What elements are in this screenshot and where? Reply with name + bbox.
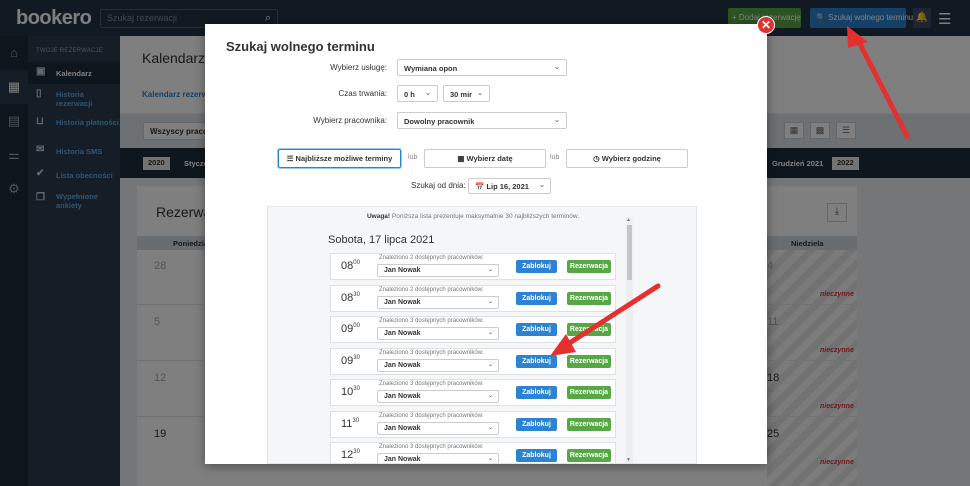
or-label: lub: [408, 154, 418, 161]
chevron-down-icon: ⌄: [487, 393, 493, 399]
block-button[interactable]: Zablokuj: [516, 354, 557, 368]
chevron-down-icon: ⌄: [487, 330, 493, 336]
reserve-button[interactable]: Rezerwacja: [567, 260, 611, 273]
app: bookero Szukaj rezerwacji ⌕ + Dodaj reze…: [0, 0, 970, 486]
results-note: Uwaga! Poniższa lista prezentuje maksyma…: [268, 213, 678, 220]
close-icon[interactable]: ✕: [757, 16, 775, 34]
employee-select[interactable]: Jan Nowak ⌄: [377, 358, 499, 372]
found-workers-text: Znaleziono 3 dostępnych pracowników:: [379, 381, 484, 387]
slot-row: 1230 Znaleziono 3 dostępnych pracowników:…: [330, 442, 616, 463]
employee-select[interactable]: Jan Nowak ⌄: [377, 421, 499, 435]
reserve-button[interactable]: Rezerwacja: [567, 354, 611, 368]
slot-time: 0800: [341, 260, 360, 272]
find-slot-modal: Szukaj wolnego terminu Wybierz usługę: W…: [205, 16, 775, 464]
service-select[interactable]: Wymiana opon ⌄: [397, 59, 567, 76]
found-workers-text: Znaleziono 3 dostępnych pracowników:: [379, 444, 484, 450]
employee-value: Jan Nowak: [384, 393, 421, 400]
from-day-input[interactable]: 📅 Lip 16, 2021 ⌄: [468, 178, 551, 194]
employee-select[interactable]: Jan Nowak ⌄: [377, 327, 499, 340]
results-panel: Uwaga! Poniższa lista prezentuje maksyma…: [267, 206, 697, 464]
block-button[interactable]: Zablokuj: [516, 323, 557, 336]
from-day-value: 📅 Lip 16, 2021: [475, 182, 529, 191]
reserve-button[interactable]: Rezerwacja: [567, 417, 611, 431]
modal-title: Szukaj wolnego terminu: [226, 39, 375, 54]
or-label: lub: [550, 154, 560, 161]
employee-select[interactable]: Jan Nowak ⌄: [377, 295, 499, 309]
note-bold: Uwaga!: [366, 213, 391, 220]
employee-value: Jan Nowak: [384, 361, 421, 369]
employee-value: Jan Nowak: [384, 267, 421, 274]
block-button[interactable]: Zablokuj: [516, 386, 557, 399]
option-pick-hour[interactable]: ◷ Wybierz godzinę: [566, 149, 688, 168]
chevron-down-icon: ⌄: [487, 361, 493, 368]
chevron-down-icon: ⌄: [554, 117, 560, 124]
found-workers-text: Znaleziono 2 dostępnych pracowników:: [379, 255, 484, 261]
chevron-down-icon: ⌄: [554, 64, 560, 71]
scroll-down-icon[interactable]: ▼: [626, 457, 631, 463]
slot-time: 1230: [341, 449, 360, 461]
worker-label: Wybierz pracownika:: [313, 116, 387, 125]
duration-minutes-select[interactable]: 30 mir ⌄: [443, 85, 490, 102]
block-button[interactable]: Zablokuj: [516, 291, 557, 305]
option-pick-date[interactable]: ▦ Wybierz datę: [424, 149, 546, 168]
service-label: Wybierz usługę:: [330, 63, 387, 72]
slot-time: 0900: [341, 323, 360, 335]
slot-row: 0800 Znaleziono 2 dostępnych pracowników:…: [330, 253, 616, 280]
slot-time: 1030: [341, 386, 360, 398]
duration-label: Czas trwania:: [338, 89, 387, 98]
worker-select[interactable]: Dowolny pracownik ⌄: [397, 112, 567, 129]
employee-select[interactable]: Jan Nowak ⌄: [377, 453, 499, 463]
chevron-down-icon: ⌄: [425, 90, 431, 97]
chevron-down-icon: ⌄: [487, 456, 493, 462]
slot-row: 0830 Znaleziono 2 dostępnych pracowników:…: [330, 284, 616, 312]
employee-select[interactable]: Jan Nowak ⌄: [377, 264, 499, 277]
found-workers-text: Znaleziono 3 dostępnych pracowników:: [379, 349, 484, 356]
slot-time: 0930: [341, 354, 360, 367]
option-nearest-slots[interactable]: ☰ Najbliższe możliwe terminy: [278, 149, 401, 168]
scrollbar[interactable]: ▲ ▼: [626, 217, 633, 463]
service-value: Wymiana opon: [404, 64, 458, 73]
chevron-down-icon: ⌄: [487, 424, 493, 431]
slot-row: 0930 Znaleziono 3 dostępnych pracowników:…: [330, 347, 616, 375]
slot-time: 0830: [341, 291, 360, 304]
found-workers-text: Znaleziono 3 dostępnych pracowników:: [379, 318, 484, 324]
note-text: Poniższa lista prezentuje maksymalnie 30…: [391, 213, 580, 220]
duration-minutes-value: 30 mir: [450, 90, 473, 99]
employee-value: Jan Nowak: [384, 424, 421, 432]
day-heading: Sobota, 17 lipca 2021: [328, 234, 435, 246]
worker-value: Dowolny pracownik: [404, 117, 475, 126]
slot-row: 1130 Znaleziono 3 dostępnych pracowników:…: [330, 410, 616, 438]
reserve-button[interactable]: Rezerwacja: [567, 449, 611, 462]
reserve-button[interactable]: Rezerwacja: [567, 323, 611, 336]
employee-select[interactable]: Jan Nowak ⌄: [377, 390, 499, 403]
chevron-down-icon: ⌄: [477, 90, 483, 97]
chevron-down-icon: ⌄: [487, 267, 493, 273]
duration-hours-select[interactable]: 0 h ⌄: [397, 85, 438, 102]
scroll-up-icon[interactable]: ▲: [626, 217, 631, 223]
slot-row: 1030 Znaleziono 3 dostępnych pracowników:…: [330, 379, 616, 406]
scrollbar-thumb[interactable]: [627, 225, 632, 280]
slot-row: 0900 Znaleziono 3 dostępnych pracowników:…: [330, 316, 616, 343]
reserve-button[interactable]: Rezerwacja: [567, 291, 611, 305]
slot-time: 1130: [341, 417, 360, 430]
found-workers-text: Znaleziono 2 dostępnych pracowników:: [379, 286, 484, 293]
chevron-down-icon: ⌄: [539, 182, 545, 189]
employee-value: Jan Nowak: [384, 298, 421, 306]
block-button[interactable]: Zablokuj: [516, 417, 557, 431]
employee-value: Jan Nowak: [384, 456, 421, 463]
reserve-button[interactable]: Rezerwacja: [567, 386, 611, 399]
employee-value: Jan Nowak: [384, 330, 421, 337]
block-button[interactable]: Zablokuj: [516, 260, 557, 273]
from-day-label: Szukaj od dnia:: [411, 181, 466, 190]
found-workers-text: Znaleziono 3 dostępnych pracowników:: [379, 412, 484, 419]
duration-hours-value: 0 h: [404, 90, 415, 99]
block-button[interactable]: Zablokuj: [516, 449, 557, 462]
chevron-down-icon: ⌄: [487, 298, 493, 305]
